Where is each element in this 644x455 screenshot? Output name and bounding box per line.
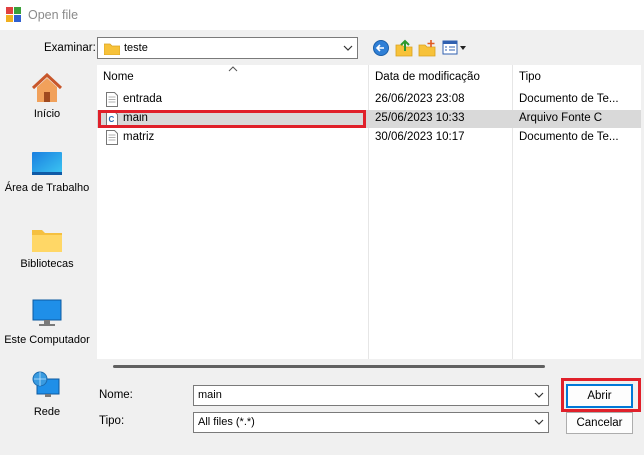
filename-input[interactable]: main — [193, 385, 549, 406]
chevron-down-icon — [343, 45, 353, 51]
file-name: matriz — [123, 131, 155, 143]
filetype-label: Tipo: — [99, 415, 125, 427]
place-libraries[interactable]: Bibliotecas — [3, 227, 91, 272]
file-date: 26/06/2023 23:08 — [375, 93, 465, 105]
chevron-down-icon — [534, 419, 544, 425]
file-type: Documento de Te... — [519, 93, 619, 105]
lookin-combo[interactable]: teste — [97, 37, 358, 59]
place-home[interactable]: Início — [3, 73, 91, 122]
filename-label: Nome: — [99, 389, 133, 401]
chevron-down-icon — [534, 392, 544, 398]
place-label: Bibliotecas — [20, 258, 74, 270]
file-type: Arquivo Fonte C — [519, 112, 603, 124]
folder-icon — [104, 43, 120, 55]
filetype-value: All files (*.*) — [198, 416, 255, 428]
place-network[interactable]: Rede — [3, 371, 91, 420]
filetype-select[interactable]: All files (*.*) — [193, 412, 549, 433]
file-row-entrada[interactable]: entrada 26/06/2023 23:08 Documento de Te… — [97, 91, 641, 109]
home-icon — [31, 73, 63, 102]
column-header-type[interactable]: Tipo — [519, 71, 541, 83]
app-icon — [6, 7, 22, 23]
lookin-label: Examinar: — [44, 42, 96, 54]
horizontal-scrollbar[interactable] — [113, 365, 545, 368]
file-type: Documento de Te... — [519, 131, 619, 143]
up-folder-icon — [395, 39, 413, 57]
place-label: Rede — [33, 406, 61, 418]
title-bar: Open file — [0, 0, 644, 30]
sort-asc-icon — [228, 66, 238, 72]
lookin-value: teste — [124, 42, 148, 54]
svg-text:C: C — [109, 115, 115, 124]
view-menu-icon — [442, 40, 466, 55]
file-name: main — [123, 112, 148, 124]
computer-icon — [32, 299, 62, 326]
file-row-main[interactable]: C main 25/06/2023 10:33 Arquivo Fonte C — [97, 110, 641, 128]
text-file-icon — [106, 92, 118, 107]
column-header-date[interactable]: Data de modificação — [375, 71, 480, 83]
place-label: Este Computador — [4, 334, 90, 346]
text-file-icon — [106, 130, 118, 145]
place-desktop[interactable]: Área de Trabalho — [3, 151, 91, 196]
view-menu-button[interactable] — [442, 39, 468, 57]
file-date: 25/06/2023 10:33 — [375, 112, 465, 124]
back-button[interactable] — [372, 39, 390, 57]
new-folder-icon — [418, 40, 436, 57]
file-date: 30/06/2023 10:17 — [375, 131, 465, 143]
place-computer[interactable]: Este Computador — [3, 299, 91, 348]
desktop-icon — [32, 152, 62, 175]
file-row-matriz[interactable]: matriz 30/06/2023 10:17 Documento de Te.… — [97, 129, 641, 147]
cancel-button[interactable]: Cancelar — [566, 412, 633, 434]
places-bar: Início Área de Trabalho Bibliotecas Este… — [3, 65, 91, 453]
back-icon — [373, 40, 389, 56]
place-label: Área de Trabalho — [4, 182, 90, 194]
open-button[interactable]: Abrir — [566, 384, 633, 408]
window-title: Open file — [28, 8, 79, 22]
network-icon — [32, 371, 60, 397]
c-source-file-icon: C — [106, 111, 118, 126]
up-folder-button[interactable] — [395, 39, 413, 57]
file-name: entrada — [123, 93, 163, 105]
libraries-icon — [32, 230, 62, 252]
new-folder-button[interactable] — [418, 39, 436, 57]
file-list[interactable]: Nome Data de modificação Tipo entrada 26… — [97, 65, 641, 359]
filename-value: main — [198, 389, 222, 401]
column-header-name[interactable]: Nome — [103, 71, 134, 83]
place-label: Início — [33, 108, 61, 120]
